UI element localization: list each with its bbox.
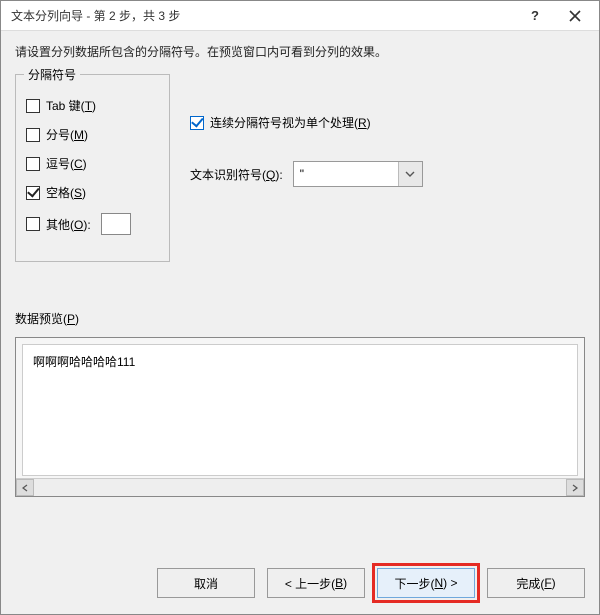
cancel-button[interactable]: 取消 bbox=[157, 568, 255, 598]
dialog-content: 请设置分列数据所包含的分隔符号。在预览窗口内可看到分列的效果。 分隔符号 Tab… bbox=[1, 31, 599, 558]
delimiter-tab-checkbox[interactable] bbox=[26, 99, 40, 113]
back-button[interactable]: < 上一步(B) bbox=[267, 568, 365, 598]
right-options: 连续分隔符号视为单个处理(R) 文本识别符号(Q): " bbox=[190, 74, 585, 262]
preview-scrollbar[interactable] bbox=[16, 478, 584, 496]
delimiter-other-input[interactable] bbox=[101, 213, 131, 235]
delimiter-other-row[interactable]: 其他(O): bbox=[26, 213, 159, 235]
preview-label: 数据预览(P) bbox=[15, 310, 585, 327]
delimiter-other-label: 其他(O): bbox=[46, 216, 91, 233]
wizard-dialog: 文本分列向导 - 第 2 步，共 3 步 ? 请设置分列数据所包含的分隔符号。在… bbox=[0, 0, 600, 615]
preview-column: 啊啊啊哈哈哈哈111 bbox=[22, 344, 578, 476]
delimiter-comma-checkbox[interactable] bbox=[26, 157, 40, 171]
delimiters-legend: 分隔符号 bbox=[24, 66, 80, 83]
help-icon: ? bbox=[531, 8, 539, 23]
next-button[interactable]: 下一步(N) > bbox=[377, 568, 475, 598]
delimiter-space-row[interactable]: 空格(S) bbox=[26, 184, 159, 201]
text-qualifier-value: " bbox=[294, 162, 398, 186]
chevron-down-icon bbox=[405, 171, 415, 177]
close-icon bbox=[569, 10, 581, 22]
delimiter-semicolon-label: 分号(M) bbox=[46, 126, 88, 143]
text-qualifier-dropdown-button[interactable] bbox=[398, 162, 422, 186]
delimiter-tab-row[interactable]: Tab 键(T) bbox=[26, 97, 159, 114]
text-qualifier-dropdown[interactable]: " bbox=[293, 161, 423, 187]
scroll-left-button[interactable] bbox=[16, 479, 34, 496]
delimiter-comma-label: 逗号(C) bbox=[46, 155, 87, 172]
help-button[interactable]: ? bbox=[515, 2, 555, 30]
scroll-right-button[interactable] bbox=[566, 479, 584, 496]
chevron-left-icon bbox=[22, 484, 28, 492]
text-qualifier-label: 文本识别符号(Q): bbox=[190, 166, 283, 183]
preview-section: 数据预览(P) 啊啊啊哈哈哈哈111 bbox=[15, 310, 585, 548]
preview-sample-text: 啊啊啊哈哈哈哈111 bbox=[33, 353, 135, 370]
delimiter-comma-row[interactable]: 逗号(C) bbox=[26, 155, 159, 172]
options-row: 分隔符号 Tab 键(T) 分号(M) 逗号(C) 空格(S) bbox=[15, 74, 585, 262]
delimiter-semicolon-checkbox[interactable] bbox=[26, 128, 40, 142]
button-row: 取消 < 上一步(B) 下一步(N) > 完成(F) bbox=[1, 558, 599, 614]
delimiter-space-label: 空格(S) bbox=[46, 184, 86, 201]
delimiter-other-checkbox[interactable] bbox=[26, 217, 40, 231]
close-button[interactable] bbox=[555, 2, 595, 30]
dialog-title: 文本分列向导 - 第 2 步，共 3 步 bbox=[11, 7, 515, 24]
finish-button[interactable]: 完成(F) bbox=[487, 568, 585, 598]
treat-consecutive-checkbox[interactable] bbox=[190, 116, 204, 130]
chevron-right-icon bbox=[572, 484, 578, 492]
treat-consecutive-row[interactable]: 连续分隔符号视为单个处理(R) bbox=[190, 114, 585, 131]
titlebar: 文本分列向导 - 第 2 步，共 3 步 ? bbox=[1, 1, 599, 31]
treat-consecutive-label: 连续分隔符号视为单个处理(R) bbox=[210, 114, 371, 131]
text-qualifier-row: 文本识别符号(Q): " bbox=[190, 161, 585, 187]
delimiter-space-checkbox[interactable] bbox=[26, 186, 40, 200]
delimiter-semicolon-row[interactable]: 分号(M) bbox=[26, 126, 159, 143]
preview-box: 啊啊啊哈哈哈哈111 bbox=[15, 337, 585, 497]
delimiters-fieldset: 分隔符号 Tab 键(T) 分号(M) 逗号(C) 空格(S) bbox=[15, 74, 170, 262]
instruction-text: 请设置分列数据所包含的分隔符号。在预览窗口内可看到分列的效果。 bbox=[15, 43, 585, 60]
delimiter-tab-label: Tab 键(T) bbox=[46, 97, 96, 114]
